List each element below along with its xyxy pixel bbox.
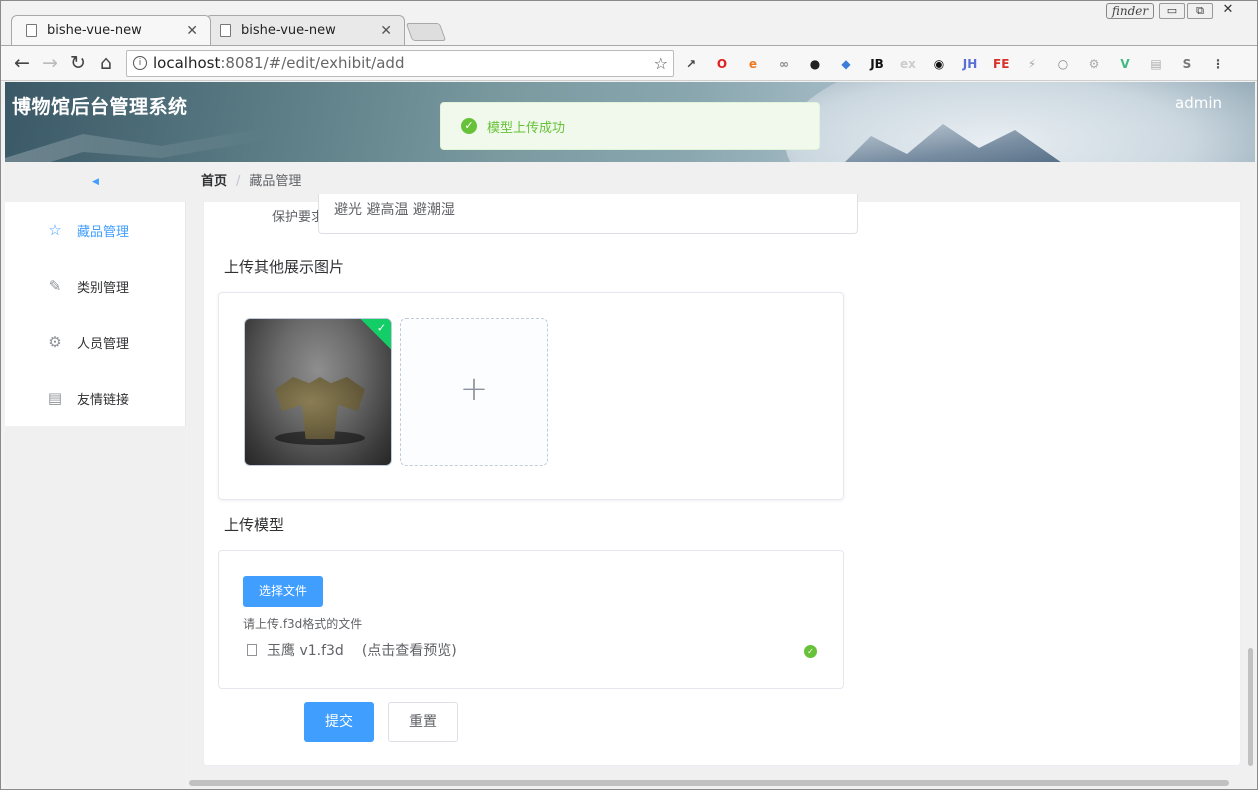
- extension-icon-6[interactable]: ◆: [838, 56, 854, 72]
- ex-icon[interactable]: ex: [900, 56, 916, 72]
- model-section-title: 上传模型: [224, 516, 285, 534]
- sidebar-item-label: 人员管理: [77, 336, 130, 352]
- back-icon[interactable]: ←: [11, 52, 33, 74]
- settings-icon: ⚙: [48, 333, 62, 351]
- eye-icon[interactable]: ◉: [931, 56, 947, 72]
- extension-icon-12[interactable]: ⚡: [1024, 56, 1040, 72]
- tab-strip: bishe-vue-new ✕ bishe-vue-new ✕ finder ▭…: [1, 1, 1257, 45]
- reset-button[interactable]: 重置: [388, 702, 458, 742]
- file-preview-link[interactable]: (点击查看预览): [362, 643, 457, 659]
- home-icon[interactable]: ⌂: [95, 52, 117, 74]
- document-icon: ▤: [47, 389, 63, 407]
- tab-title: bishe-vue-new: [241, 23, 336, 38]
- extension-icon-16[interactable]: ▤: [1148, 56, 1164, 72]
- protect-label: 保护要求: [271, 210, 324, 225]
- tab-2[interactable]: bishe-vue-new ✕: [205, 15, 405, 45]
- fe-icon[interactable]: FE: [993, 56, 1009, 72]
- close-icon[interactable]: ✕: [380, 23, 392, 39]
- url-host: localhost: [153, 54, 221, 72]
- protect-input[interactable]: 避光 避高温 避潮湿: [318, 194, 858, 234]
- sidebar-item-categories[interactable]: ✎ 类别管理: [5, 258, 186, 314]
- extension-icon-1[interactable]: ↗: [683, 56, 699, 72]
- breadcrumb: 首页 / 藏品管理: [201, 162, 301, 202]
- form-card: 保护要求 避光 避高温 避潮湿 上传其他展示图片 ✓ + 上传模型 选择文件 请…: [203, 194, 1241, 766]
- new-tab-button[interactable]: [405, 23, 447, 41]
- close-icon[interactable]: ✕: [186, 23, 198, 39]
- upload-success-badge: ✓: [359, 319, 391, 351]
- extension-icon-14[interactable]: ⚙: [1086, 56, 1102, 72]
- page-icon: [26, 24, 37, 37]
- user-menu[interactable]: admin: [1175, 94, 1222, 112]
- sidebar: ☆ 藏品管理 ✎ 类别管理 ⚙ 人员管理 ▤ 友情链接: [5, 202, 186, 426]
- toast-message: 模型上传成功: [487, 120, 566, 136]
- sidebar-item-collections[interactable]: ☆ 藏品管理: [5, 202, 186, 258]
- check-icon: ✓: [377, 321, 387, 335]
- choose-file-button[interactable]: 选择文件: [243, 576, 323, 607]
- sidebar-item-staff[interactable]: ⚙ 人员管理: [5, 314, 186, 370]
- main-content: 保护要求 避光 避高温 避潮湿 上传其他展示图片 ✓ + 上传模型 选择文件 请…: [187, 194, 1255, 788]
- submit-button[interactable]: 提交: [304, 702, 374, 742]
- info-icon[interactable]: i: [133, 56, 147, 70]
- breadcrumb-current: 藏品管理: [249, 174, 302, 189]
- finder-badge: finder: [1106, 3, 1154, 19]
- address-bar[interactable]: i localhost:8081/#/edit/exhibit/add ☆: [126, 50, 674, 77]
- browser-toolbar: ← → ↻ ⌂ i localhost:8081/#/edit/exhibit/…: [1, 45, 1257, 81]
- sidebar-item-links[interactable]: ▤ 友情链接: [5, 370, 186, 426]
- sidebar-item-label: 友情链接: [77, 392, 130, 408]
- vue-devtools-icon[interactable]: V: [1117, 56, 1133, 72]
- window-close-button[interactable]: ✕: [1215, 3, 1241, 19]
- reload-icon[interactable]: ↻: [67, 52, 89, 74]
- file-icon: [247, 644, 257, 656]
- minimize-button[interactable]: ▭: [1159, 3, 1185, 19]
- breadcrumb-home[interactable]: 首页: [201, 174, 227, 189]
- extension-icon-3[interactable]: e: [745, 56, 761, 72]
- model-upload-box: 选择文件 请上传.f3d格式的文件 玉鹰 v1.f3d (点击查看预览) ✓: [218, 550, 844, 689]
- images-section-title: 上传其他展示图片: [224, 258, 345, 276]
- forward-icon[interactable]: →: [39, 52, 61, 74]
- browser-window: bishe-vue-new ✕ bishe-vue-new ✕ finder ▭…: [0, 0, 1258, 790]
- sidebar-item-label: 藏品管理: [77, 224, 130, 240]
- upload-tip: 请上传.f3d格式的文件: [243, 617, 363, 631]
- horizontal-scrollbar[interactable]: [187, 778, 1255, 788]
- add-image-button[interactable]: +: [400, 318, 548, 466]
- success-check-icon: ✓: [804, 645, 817, 658]
- image-upload-box: ✓ +: [218, 292, 844, 500]
- success-toast: ✓ 模型上传成功: [440, 102, 820, 150]
- url-path: :8081/#/edit/exhibit/add: [220, 54, 405, 72]
- vertical-scrollbar[interactable]: [1246, 202, 1255, 788]
- uploaded-image-thumbnail[interactable]: ✓: [244, 318, 392, 466]
- menu-icon[interactable]: ⋮: [1210, 56, 1226, 72]
- restore-button[interactable]: ⧉: [1187, 3, 1213, 19]
- web-page: 博物馆后台管理系统 admin ✓ 模型上传成功 ◀ 首页 / 藏品管理 ☆ 藏品管…: [5, 82, 1255, 788]
- extension-icon-5[interactable]: ●: [807, 56, 823, 72]
- sidebar-background: [5, 426, 186, 788]
- page-icon: [220, 24, 231, 37]
- bookmark-star-icon[interactable]: ☆: [654, 51, 668, 76]
- tab-1[interactable]: bishe-vue-new ✕: [11, 15, 211, 45]
- opera-icon[interactable]: O: [714, 56, 730, 72]
- scrollbar-thumb[interactable]: [1248, 648, 1253, 766]
- extension-icon-17[interactable]: S: [1179, 56, 1195, 72]
- success-check-icon: ✓: [461, 118, 477, 134]
- scrollbar-thumb[interactable]: [189, 780, 1229, 786]
- extension-icon-4[interactable]: ∞: [776, 56, 792, 72]
- uploaded-file-item[interactable]: 玉鹰 v1.f3d (点击查看预览) ✓: [247, 639, 817, 664]
- edit-icon: ✎: [48, 277, 62, 295]
- jb-icon[interactable]: JB: [869, 56, 885, 72]
- tab-title: bishe-vue-new: [47, 23, 142, 38]
- jade-artifact: [275, 377, 365, 439]
- breadcrumb-separator: /: [236, 174, 241, 189]
- file-name[interactable]: 玉鹰 v1.f3d: [267, 643, 344, 659]
- header-crane: [5, 128, 265, 162]
- extension-icon-13[interactable]: ○: [1055, 56, 1071, 72]
- collapse-sidebar-icon[interactable]: ◀: [5, 162, 186, 202]
- sidebar-item-label: 类别管理: [77, 280, 130, 296]
- star-icon: ☆: [48, 221, 62, 239]
- site-title: 博物馆后台管理系统: [12, 96, 188, 118]
- jh-icon[interactable]: JH: [962, 56, 978, 72]
